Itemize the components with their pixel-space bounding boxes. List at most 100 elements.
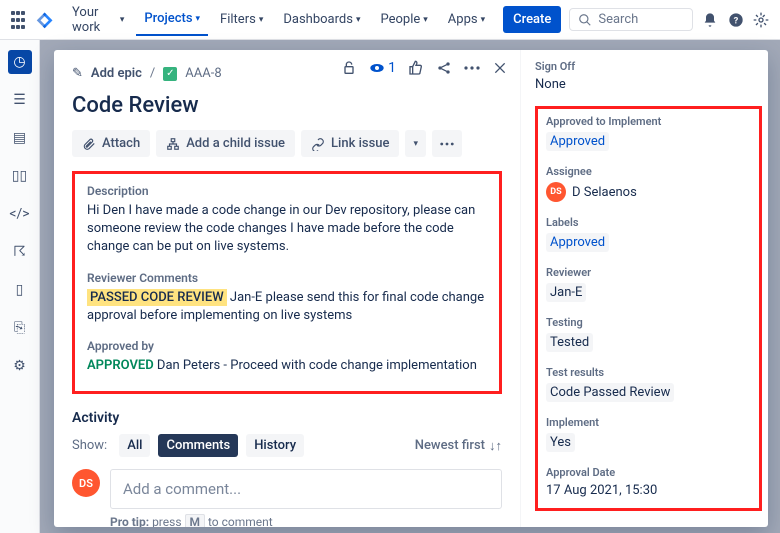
watch-button[interactable]: 1 [369,60,396,76]
avatar: DS [546,182,566,202]
sort-label: Newest first [415,438,485,453]
field-value[interactable]: Yes [546,433,575,452]
field-value[interactable]: DS D Selaenos [546,182,751,202]
field-signoff: Sign Off None [535,60,762,92]
issue-actions: Attach Add a child issue Link issue ▾ [72,130,502,157]
nav-apps[interactable]: Apps▾ [440,4,493,35]
more-actions-button[interactable] [432,130,462,157]
field-value[interactable]: Approved [546,233,751,252]
issue-main: 1 ✎ Add epic / ✓ AAA-8 Code Review Attac… [54,50,520,527]
breadcrumb-separator: / [150,66,155,81]
field-testing: Testing Tested [546,316,751,352]
sort-icon: ↓↑ [489,438,502,454]
edit-icon[interactable]: ✎ [72,66,83,81]
issue-details-panel: Sign Off None Approved to Implement Appr… [520,50,768,527]
field-value[interactable]: None [535,77,762,92]
issue-title[interactable]: Code Review [72,93,502,118]
rail-add-icon[interactable]: ⎘ [8,316,32,340]
nav-dashboards[interactable]: Dashboards▾ [275,4,368,35]
assignee-name: D Selaenos [572,185,637,200]
rail-reports-icon[interactable]: ☈ [8,240,32,264]
close-icon[interactable] [492,60,508,76]
watch-count: 1 [388,60,396,76]
sort-newest[interactable]: Newest first ↓↑ [415,438,502,454]
field-value[interactable]: 17 Aug 2021, 15:30 [546,483,751,498]
approved-body: Dan Peters - Proceed with code change im… [157,358,477,373]
description-text[interactable]: Hi Den I have made a code change in our … [87,202,487,257]
add-child-button[interactable]: Add a child issue [156,130,295,157]
settings-icon[interactable] [752,9,770,31]
attach-button[interactable]: Attach [72,130,150,157]
more-icon [440,142,454,146]
jira-logo-icon[interactable] [36,11,54,29]
protip-press: press [152,515,181,527]
chevron-down-icon: ▾ [356,15,361,25]
highlighted-fields: Approved to Implement Approved Assignee … [535,106,762,511]
issuetype-icon: ✓ [163,67,177,81]
show-label: Show: [72,438,107,453]
link-issue-button[interactable]: Link issue [301,130,399,157]
field-reviewer: Reviewer Jan-E [546,266,751,302]
svg-text:?: ? [733,15,738,26]
reviewer-badge: PASSED CODE REVIEW [87,289,227,306]
nav-label: Projects [144,11,192,26]
nav-filters[interactable]: Filters▾ [212,4,271,35]
field-implement: Implement Yes [546,416,751,452]
field-label: Assignee [546,165,751,178]
link-issue-dropdown[interactable]: ▾ [405,130,426,157]
nav-projects[interactable]: Projects▾ [136,3,208,36]
nav-your-work[interactable]: Your work▾ [64,0,132,43]
rail-pages-icon[interactable]: ▯ [8,278,32,302]
rail-roadmap-icon[interactable]: ☰ [8,88,32,112]
tab-all[interactable]: All [119,434,150,457]
rail-code-icon[interactable]: </> [8,202,32,226]
protip-rest: to comment [208,515,273,527]
top-nav: Your work▾ Projects▾ Filters▾ Dashboards… [0,0,780,40]
chevron-down-icon: ▾ [120,15,125,25]
like-icon[interactable] [408,60,424,76]
chevron-down-icon: ▾ [413,139,418,149]
rail-backlog-icon[interactable]: ▤ [8,126,32,150]
create-button[interactable]: Create [503,6,561,33]
app-switcher-icon[interactable] [10,10,26,30]
help-icon[interactable]: ? [727,9,745,31]
comment-input[interactable]: Add a comment... [110,469,502,509]
field-value[interactable]: Code Passed Review [546,383,674,402]
protip-key: M [185,514,206,527]
field-value[interactable]: Jan-E [546,283,586,302]
description-section: Description Hi Den I have made a code ch… [72,171,502,394]
chevron-down-icon: ▾ [423,15,428,25]
field-assignee: Assignee DS D Selaenos [546,165,751,202]
project-avatar-icon[interactable]: ◷ [8,50,32,74]
child-issue-icon [166,137,180,151]
nav-label: Apps [448,12,478,27]
approvedby-text[interactable]: APPROVED Dan Peters - Proceed with code … [87,357,487,375]
share-icon[interactable] [436,60,452,76]
issue-key[interactable]: AAA-8 [185,66,221,81]
more-icon[interactable] [464,66,480,70]
left-rail: ◷ ☰ ▤ ▯▯ </> ☈ ▯ ⎘ ⚙ [0,40,40,533]
notifications-icon[interactable] [701,9,719,31]
reviewer-text[interactable]: PASSED CODE REVIEW Jan-E please send thi… [87,289,487,325]
approvedby-heading: Approved by [87,339,487,353]
field-label: Approval Date [546,466,751,479]
field-value[interactable]: Tested [546,333,593,352]
chevron-down-icon: ▾ [481,15,486,25]
reviewer-heading: Reviewer Comments [87,271,487,285]
add-epic-link[interactable]: Add epic [91,66,142,81]
rail-board-icon[interactable]: ▯▯ [8,164,32,188]
field-value[interactable]: Approved [546,132,751,151]
search-input[interactable]: Search [569,8,693,31]
field-label: Reviewer [546,266,751,279]
rail-settings-icon[interactable]: ⚙ [8,354,32,378]
activity-section: Activity Show: All Comments History Newe… [72,410,502,527]
label-chip: Approved [546,233,609,252]
field-label: Labels [546,216,751,229]
lock-icon[interactable] [341,60,357,76]
nav-people[interactable]: People▾ [372,4,435,35]
link-icon [311,137,325,151]
field-label: Test results [546,366,751,379]
tab-comments[interactable]: Comments [158,434,238,457]
tab-history[interactable]: History [246,434,304,457]
field-chip: Approved [546,132,609,151]
